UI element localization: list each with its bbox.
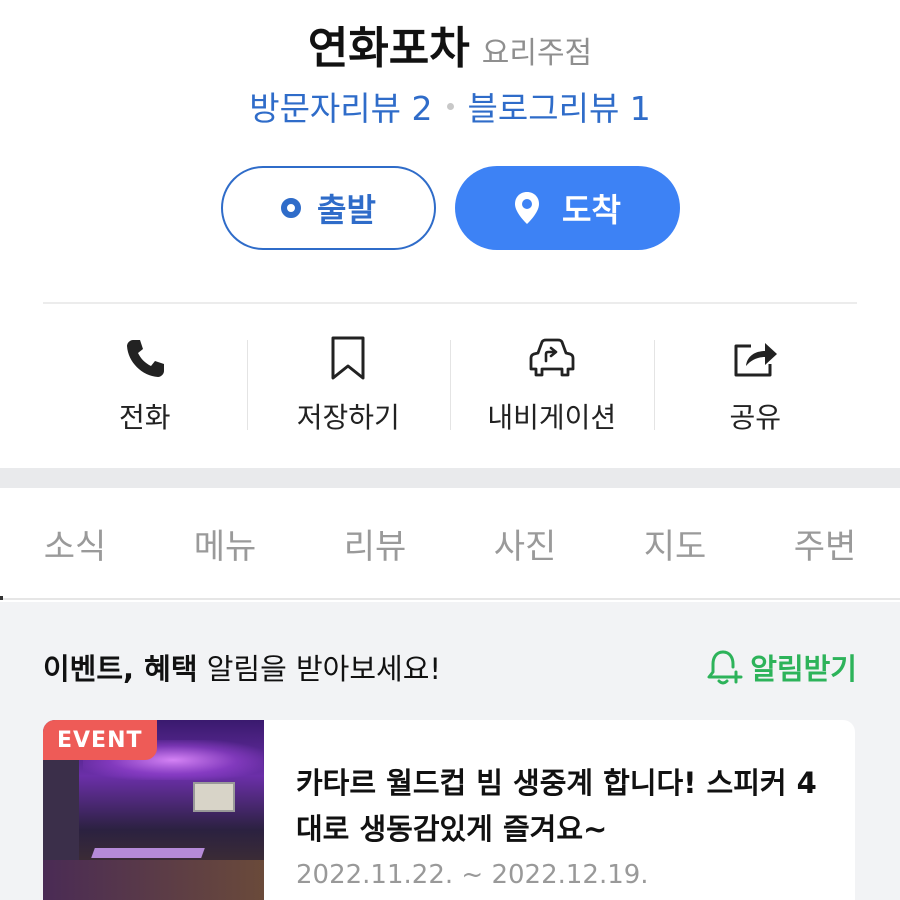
phone-icon — [124, 334, 166, 382]
divider — [43, 302, 857, 304]
arrive-button[interactable]: 도착 — [455, 166, 680, 250]
notify-button[interactable]: 알림받기 — [706, 646, 857, 688]
event-heading-bold: 이벤트, 혜택 — [43, 652, 198, 686]
event-title: 카타르 월드컵 빔 생중계 합니다! 스피커 4대로 생동감있게 즐겨요~ — [296, 766, 817, 846]
action-bar: 전화 저장하기 내비게이션 공유 — [43, 330, 857, 440]
navigation-label: 내비게이션 — [487, 401, 617, 434]
call-label: 전화 — [118, 401, 171, 434]
tab-review[interactable]: 리뷰 — [300, 519, 450, 568]
blog-review-link[interactable]: 블로그리뷰 1 — [468, 89, 651, 128]
bell-plus-icon — [706, 648, 744, 686]
location-pin-icon — [514, 191, 540, 225]
event-heading-rest: 알림을 받아보세요! — [197, 652, 442, 686]
event-thumbnail: EVENT — [43, 720, 264, 900]
tab-nearby[interactable]: 주변 — [750, 519, 900, 568]
car-navigation-icon — [529, 334, 575, 382]
share-action[interactable]: 공유 — [653, 330, 858, 440]
call-action[interactable]: 전화 — [43, 330, 247, 440]
origin-dot-icon — [281, 198, 302, 218]
tab-news[interactable]: 소식 — [0, 519, 150, 568]
place-title: 연화포차 — [307, 23, 470, 74]
share-label: 공유 — [729, 401, 782, 434]
event-date: 2022.11.22. ~ 2022.12.19. — [296, 860, 649, 890]
event-card[interactable]: EVENT 카타르 월드컵 빔 생중계 합니다! 스피커 4대로 생동감있게 즐… — [43, 720, 855, 900]
section-separator — [0, 468, 900, 488]
tab-menu[interactable]: 메뉴 — [150, 519, 300, 568]
bookmark-icon — [330, 334, 366, 382]
review-links: 방문자리뷰 2 블로그리뷰 1 — [0, 82, 900, 130]
tab-bar: 소식 메뉴 리뷰 사진 지도 주변 — [0, 488, 900, 600]
depart-label: 출발 — [317, 191, 376, 229]
tab-photo[interactable]: 사진 — [450, 519, 600, 568]
notify-label: 알림받기 — [750, 652, 857, 686]
place-header: 연화포차 요리주점 방문자리뷰 2 블로그리뷰 1 출발 도착 전화 저장하기 … — [0, 0, 900, 468]
event-badge: EVENT — [43, 720, 157, 760]
projector-screen — [193, 782, 235, 812]
save-action[interactable]: 저장하기 — [246, 330, 451, 440]
edge-marker — [0, 596, 3, 600]
share-icon — [732, 334, 778, 382]
separator-dot — [446, 103, 454, 110]
place-category: 요리주점 — [481, 36, 593, 71]
save-label: 저장하기 — [296, 401, 400, 434]
title-row: 연화포차 요리주점 — [0, 12, 900, 76]
event-heading: 이벤트, 혜택 알림을 받아보세요! — [43, 646, 441, 688]
arrive-label: 도착 — [562, 191, 621, 229]
visitor-review-link[interactable]: 방문자리뷰 2 — [249, 89, 432, 128]
depart-button[interactable]: 출발 — [221, 166, 436, 250]
navigation-action[interactable]: 내비게이션 — [450, 330, 654, 440]
tab-map[interactable]: 지도 — [600, 519, 750, 568]
